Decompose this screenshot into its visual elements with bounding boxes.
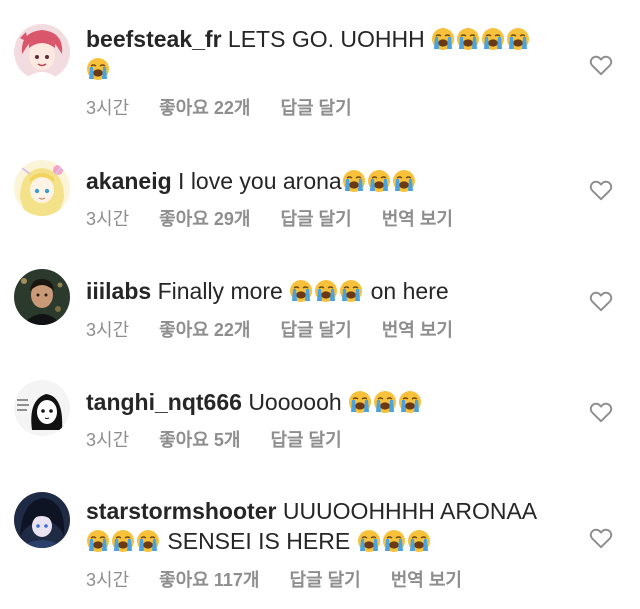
likes-count[interactable]: 좋아요 117개 <box>159 570 259 590</box>
avatar[interactable] <box>14 492 70 548</box>
likes-count[interactable]: 좋아요 5개 <box>159 430 240 450</box>
avatar[interactable] <box>14 380 70 436</box>
comment-time: 3시간 <box>86 98 130 118</box>
loudly-crying-face-icon <box>136 529 160 553</box>
loudly-crying-face-icon <box>111 529 135 553</box>
likes-count[interactable]: 좋아요 29개 <box>159 209 250 229</box>
comment-username[interactable]: beefsteak_fr <box>86 26 222 52</box>
comment-time: 3시간 <box>86 570 130 590</box>
loudly-crying-face-icon <box>314 279 338 303</box>
heart-outline-icon[interactable] <box>588 525 614 551</box>
loudly-crying-face-icon <box>382 529 406 553</box>
loudly-crying-face-icon <box>339 279 363 303</box>
emoji-group <box>357 528 432 554</box>
heart-outline-icon[interactable] <box>588 288 614 314</box>
loudly-crying-face-icon <box>348 390 372 414</box>
comment-time: 3시간 <box>86 320 130 340</box>
comment-body: starstormshooter UUUOOHHHH ARONAA SENSEI… <box>86 496 556 556</box>
comment-meta: 3시간 좋아요 5개 답글 달기 <box>86 428 367 452</box>
heart-outline-icon[interactable] <box>588 52 614 78</box>
loudly-crying-face-icon <box>431 27 455 51</box>
likes-count[interactable]: 좋아요 22개 <box>159 98 250 118</box>
heart-outline-icon[interactable] <box>588 399 614 425</box>
emoji-group <box>342 168 417 194</box>
comment-text: UUUOOHHHH ARONAA <box>282 498 538 524</box>
translate-button[interactable]: 번역 보기 <box>382 209 453 229</box>
reply-button[interactable]: 답글 달기 <box>280 209 351 229</box>
loudly-crying-face-icon <box>342 169 366 193</box>
reply-button[interactable]: 답글 달기 <box>289 570 360 590</box>
loudly-crying-face-icon <box>407 529 431 553</box>
avatar[interactable] <box>14 269 70 325</box>
reply-button[interactable]: 답글 달기 <box>280 98 351 118</box>
loudly-crying-face-icon <box>357 529 381 553</box>
comment-body: akaneig I love you arona <box>86 166 556 196</box>
likes-count[interactable]: 좋아요 22개 <box>159 320 250 340</box>
comment-username[interactable]: starstormshooter <box>86 498 276 524</box>
reply-button[interactable]: 답글 달기 <box>280 320 351 340</box>
loudly-crying-face-icon <box>86 57 110 81</box>
loudly-crying-face-icon <box>367 169 391 193</box>
comment-list: beefsteak_fr LETS GO. UOHHH 3시간 좋아요 22개 … <box>0 0 640 609</box>
comment-text: Uoooooh <box>248 389 349 415</box>
emoji-group <box>348 389 423 415</box>
loudly-crying-face-icon <box>506 27 530 51</box>
heart-outline-icon[interactable] <box>588 177 614 203</box>
comment-username[interactable]: akaneig <box>86 168 172 194</box>
emoji-group <box>289 278 364 304</box>
comment-text-after: SENSEI IS HERE <box>161 528 357 554</box>
comment-meta: 3시간 좋아요 22개 답글 달기 번역 보기 <box>86 318 478 342</box>
comment-body: iiilabs Finally more on here <box>86 276 556 306</box>
comment-username[interactable]: tanghi_nqt666 <box>86 389 242 415</box>
loudly-crying-face-icon <box>481 27 505 51</box>
comment-text: Finally more <box>157 278 290 304</box>
comment-text: LETS GO. UOHHH <box>227 26 432 52</box>
loudly-crying-face-icon <box>456 27 480 51</box>
comment-body: beefsteak_fr LETS GO. UOHHH <box>86 24 556 84</box>
avatar[interactable] <box>14 24 70 80</box>
loudly-crying-face-icon <box>289 279 313 303</box>
comment-username[interactable]: iiilabs <box>86 278 151 304</box>
translate-button[interactable]: 번역 보기 <box>391 570 462 590</box>
comment-text: I love you arona <box>178 168 342 194</box>
comment-body: tanghi_nqt666 Uoooooh <box>86 387 556 417</box>
comment-time: 3시간 <box>86 430 130 450</box>
comment-meta: 3시간 좋아요 22개 답글 달기 <box>86 96 377 120</box>
loudly-crying-face-icon <box>373 390 397 414</box>
loudly-crying-face-icon <box>398 390 422 414</box>
loudly-crying-face-icon <box>86 529 110 553</box>
translate-button[interactable]: 번역 보기 <box>382 320 453 340</box>
reply-button[interactable]: 답글 달기 <box>270 430 341 450</box>
comment-text-after: on here <box>364 278 449 304</box>
comment-time: 3시간 <box>86 209 130 229</box>
comment-meta: 3시간 좋아요 117개 답글 달기 번역 보기 <box>86 568 487 592</box>
emoji-group <box>86 528 161 554</box>
comment-meta: 3시간 좋아요 29개 답글 달기 번역 보기 <box>86 207 478 231</box>
avatar[interactable] <box>14 160 70 216</box>
loudly-crying-face-icon <box>392 169 416 193</box>
